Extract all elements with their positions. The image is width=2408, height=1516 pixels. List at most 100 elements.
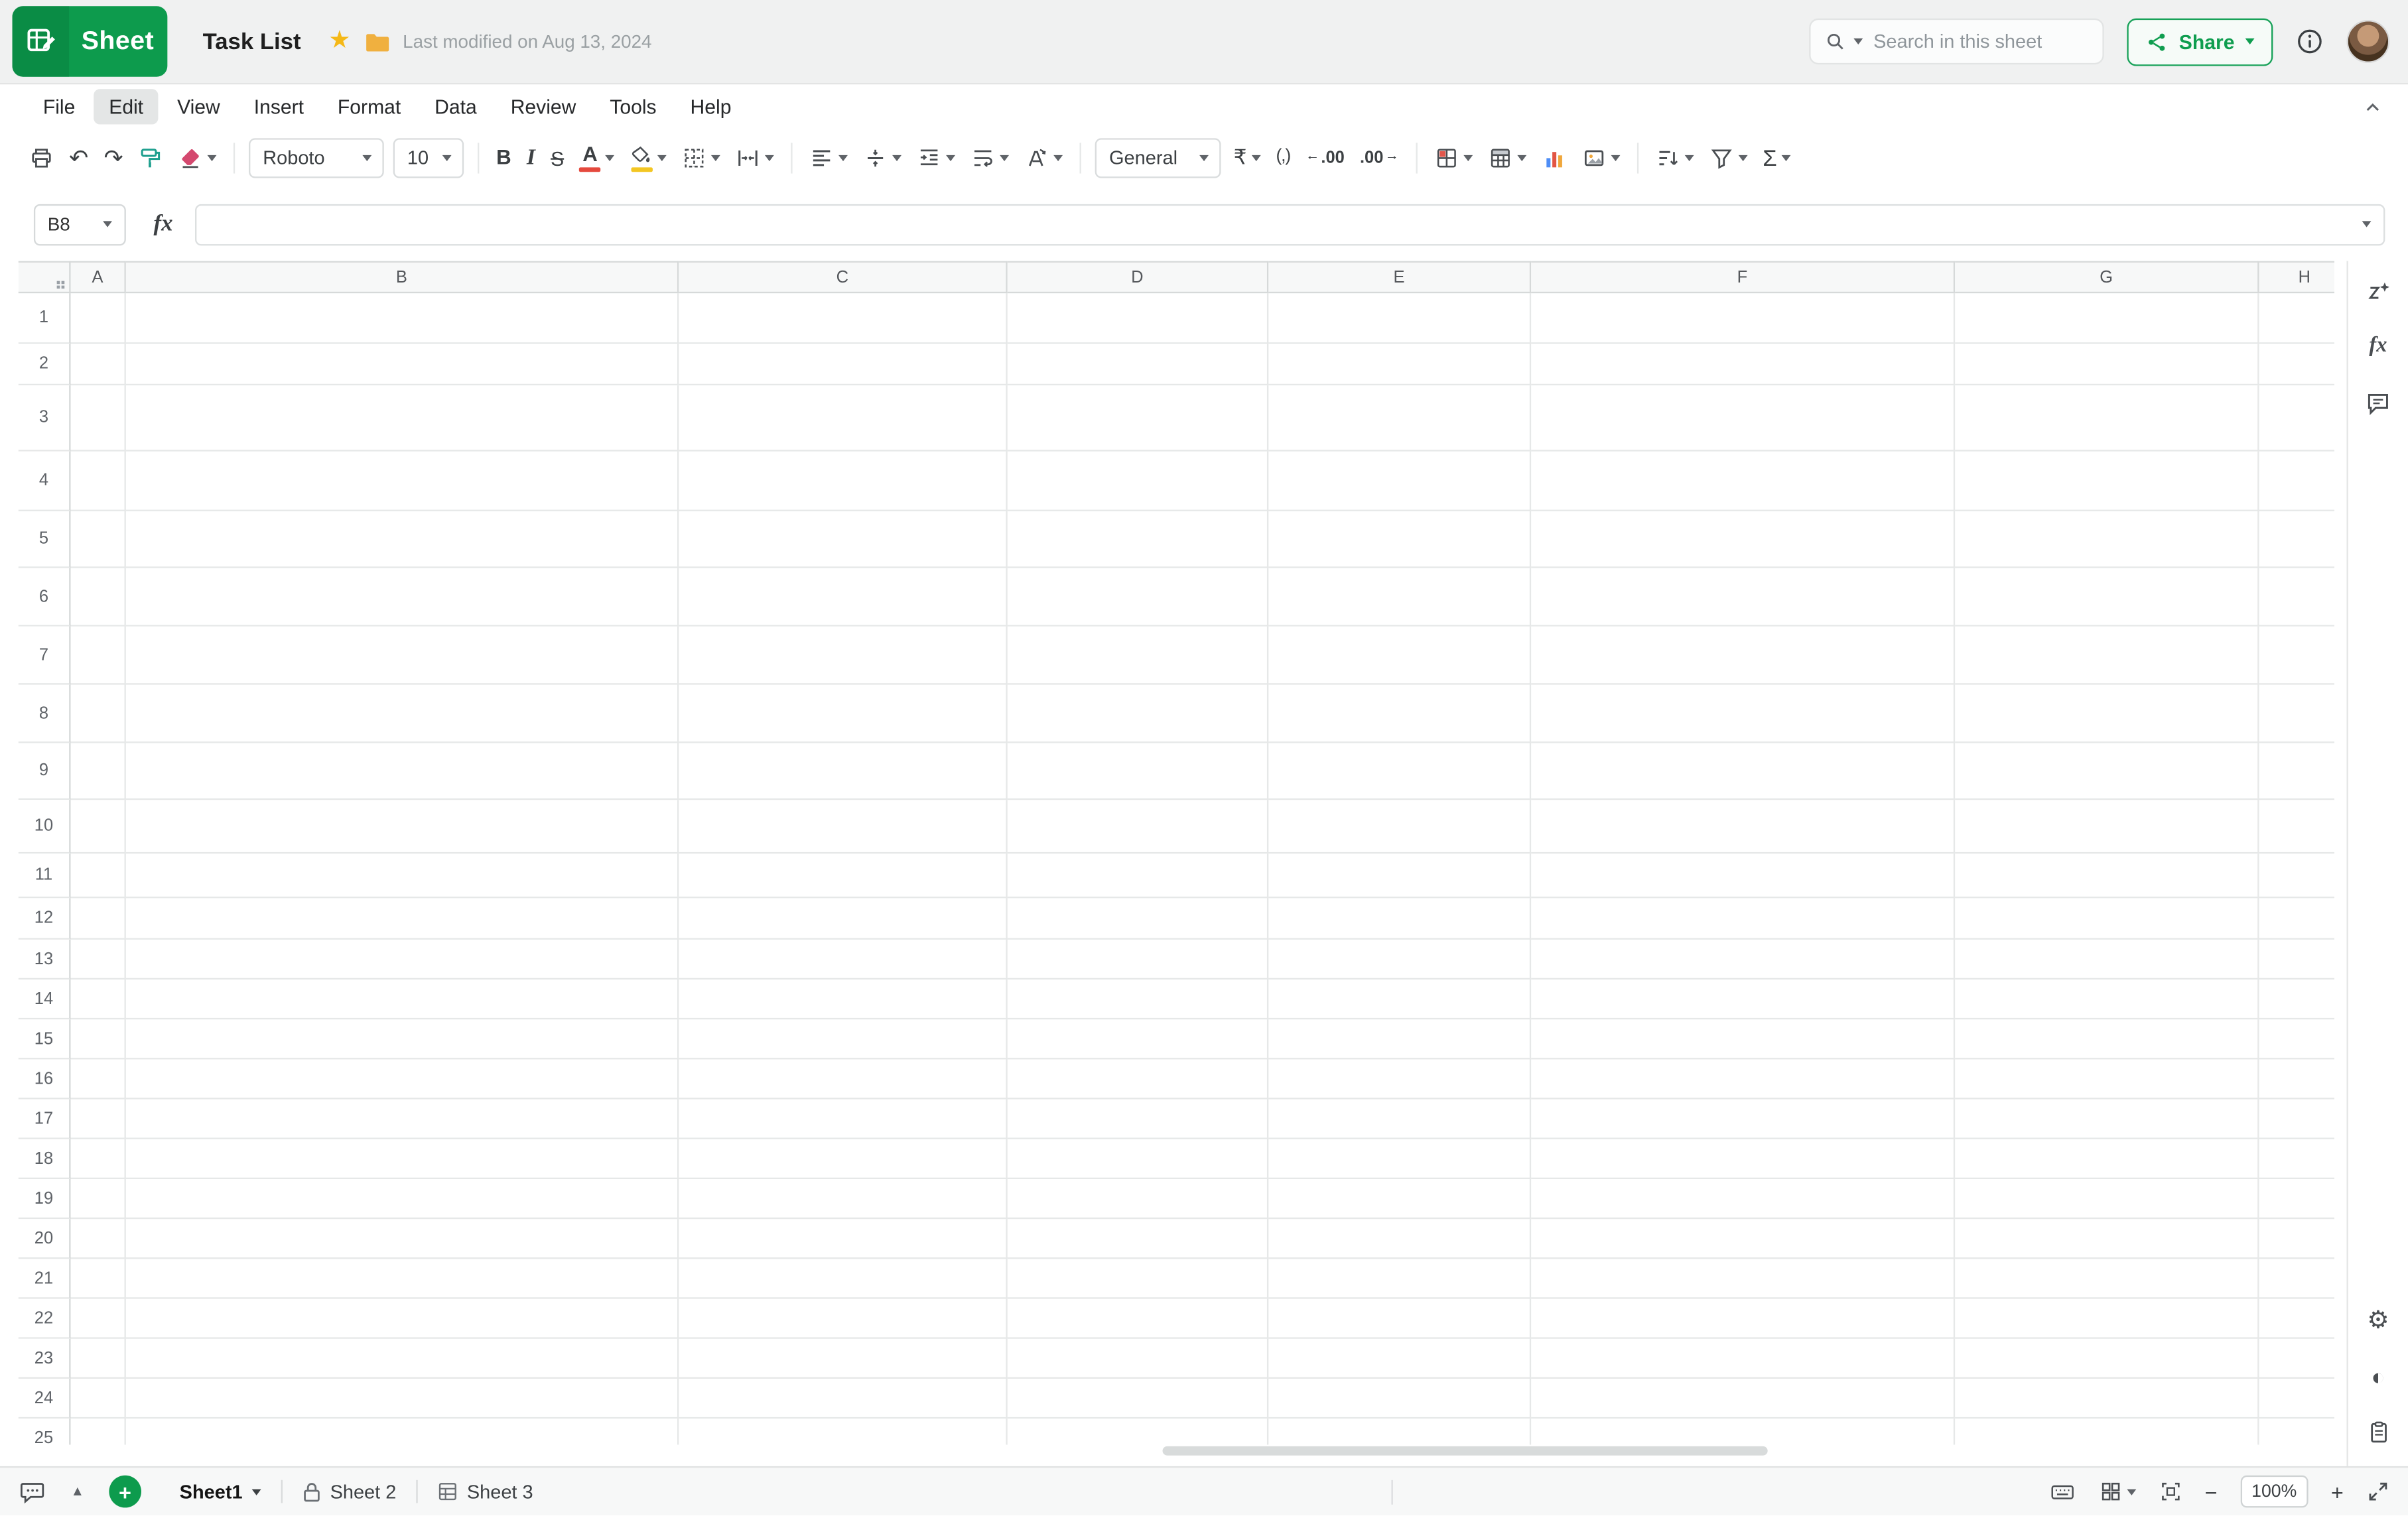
number-format-select[interactable]: General (1095, 138, 1221, 178)
grid-cell[interactable] (70, 1179, 125, 1219)
keyboard-shortcuts-button[interactable] (2048, 1476, 2076, 1507)
grid-cell[interactable] (1008, 627, 1269, 685)
row-header[interactable]: 22 (19, 1299, 71, 1339)
grid-cell[interactable] (1008, 1259, 1269, 1298)
grid-cell[interactable] (70, 344, 125, 386)
grid-cell[interactable] (679, 979, 1007, 1019)
menu-tools[interactable]: Tools (594, 89, 672, 124)
redo-button[interactable]: ↷ (96, 137, 131, 180)
grid-cell[interactable] (2259, 568, 2334, 627)
row-header[interactable]: 5 (19, 511, 71, 568)
grid-cell[interactable] (679, 452, 1007, 511)
zoom-out-button[interactable]: − (2205, 1476, 2218, 1507)
comma-format-button[interactable]: (,) (1268, 137, 1298, 180)
grid-cell[interactable] (679, 385, 1007, 452)
grid-cell[interactable] (679, 1019, 1007, 1059)
grid-cell[interactable] (1531, 1179, 1955, 1219)
settings-button[interactable]: ⚙ (2367, 1306, 2389, 1337)
grid-cell[interactable] (1955, 1100, 2259, 1139)
add-sheet-button[interactable]: + (109, 1476, 141, 1508)
font-color-button[interactable]: A (572, 137, 622, 180)
grid-cell[interactable] (1008, 1299, 1269, 1339)
grid-cell[interactable] (1955, 743, 2259, 800)
grid-cell[interactable] (1268, 1100, 1531, 1139)
sheet-tab-2[interactable]: Sheet 2 (283, 1467, 417, 1515)
grid-cell[interactable] (679, 940, 1007, 979)
grid-cell[interactable] (1531, 1419, 1955, 1444)
grid-cell[interactable] (679, 1259, 1007, 1298)
grid-cell[interactable] (679, 1100, 1007, 1139)
grid-cell[interactable] (679, 1219, 1007, 1259)
row-header[interactable]: 4 (19, 452, 71, 511)
grid-cell[interactable] (1531, 385, 1955, 452)
grid-cell[interactable] (1955, 1299, 2259, 1339)
grid-cell[interactable] (1955, 979, 2259, 1019)
menu-file[interactable]: File (28, 89, 91, 124)
grid-cell[interactable] (2259, 627, 2334, 685)
grid-cell[interactable] (70, 898, 125, 940)
row-header[interactable]: 3 (19, 385, 71, 452)
grid-cell[interactable] (1268, 1059, 1531, 1099)
font-family-select[interactable]: Roboto (249, 138, 384, 178)
grid-cell[interactable] (2259, 1059, 2334, 1099)
grid-cell[interactable] (1955, 452, 2259, 511)
grid-cell[interactable] (679, 344, 1007, 386)
fx-icon[interactable]: fx (154, 211, 173, 237)
folder-icon[interactable] (364, 30, 390, 53)
row-header[interactable]: 7 (19, 627, 71, 685)
grid-cell[interactable] (1955, 685, 2259, 743)
grid-cell[interactable] (1008, 385, 1269, 452)
grid-cell[interactable] (1008, 979, 1269, 1019)
grid-cell[interactable] (1268, 1379, 1531, 1419)
grid-cell[interactable] (1531, 1259, 1955, 1298)
grid-cell[interactable] (679, 898, 1007, 940)
column-header[interactable]: G (1955, 261, 2259, 294)
conditional-format-button[interactable] (1426, 137, 1480, 180)
grid-cell[interactable] (1955, 898, 2259, 940)
row-header[interactable]: 19 (19, 1179, 71, 1219)
font-size-select[interactable]: 10 (393, 138, 464, 178)
undo-button[interactable]: ↶ (62, 137, 96, 180)
row-header[interactable]: 21 (19, 1259, 71, 1298)
row-header[interactable]: 15 (19, 1019, 71, 1059)
grid-cell[interactable] (679, 568, 1007, 627)
grid-cell[interactable] (1955, 940, 2259, 979)
grid-cell[interactable] (70, 1059, 125, 1099)
grid-cell[interactable] (1268, 1219, 1531, 1259)
sheet-list-button[interactable]: ▲ (70, 1476, 84, 1507)
chart-button[interactable] (1534, 137, 1573, 180)
italic-button[interactable]: I (519, 137, 543, 180)
grid-cell[interactable] (1955, 1219, 2259, 1259)
theme-toggle-button[interactable]: ◐ (2371, 1361, 2385, 1392)
grid-cell[interactable] (1955, 1059, 2259, 1099)
grid-cell[interactable] (70, 385, 125, 452)
grid-cell[interactable] (679, 627, 1007, 685)
search-input[interactable] (1870, 29, 2088, 54)
grid-cell[interactable] (126, 800, 679, 853)
vertical-align-button[interactable] (856, 137, 909, 180)
grid-cell[interactable] (70, 1139, 125, 1179)
grid-cell[interactable] (126, 452, 679, 511)
grid-cell[interactable] (1008, 1179, 1269, 1219)
fullscreen-button[interactable] (2367, 1476, 2390, 1507)
grid-cell[interactable] (2259, 511, 2334, 568)
grid-cell[interactable] (70, 1419, 125, 1444)
grid-cell[interactable] (126, 853, 679, 898)
column-header[interactable]: E (1268, 261, 1531, 294)
row-header[interactable]: 25 (19, 1419, 71, 1444)
grid-cell[interactable] (1531, 1379, 1955, 1419)
select-all-corner[interactable] (19, 261, 71, 294)
grid-cell[interactable] (1008, 1339, 1269, 1379)
grid-cell[interactable] (126, 940, 679, 979)
grid-cell[interactable] (2259, 1419, 2334, 1444)
row-header[interactable]: 8 (19, 685, 71, 743)
grid-cell[interactable] (1955, 853, 2259, 898)
row-header[interactable]: 18 (19, 1139, 71, 1179)
grid-cell[interactable] (126, 898, 679, 940)
borders-button[interactable] (675, 137, 728, 180)
grid-cell[interactable] (1268, 293, 1531, 344)
grid-cell[interactable] (1268, 1259, 1531, 1298)
row-header[interactable]: 10 (19, 800, 71, 853)
grid-cell[interactable] (1268, 1339, 1531, 1379)
indent-button[interactable] (909, 137, 963, 180)
